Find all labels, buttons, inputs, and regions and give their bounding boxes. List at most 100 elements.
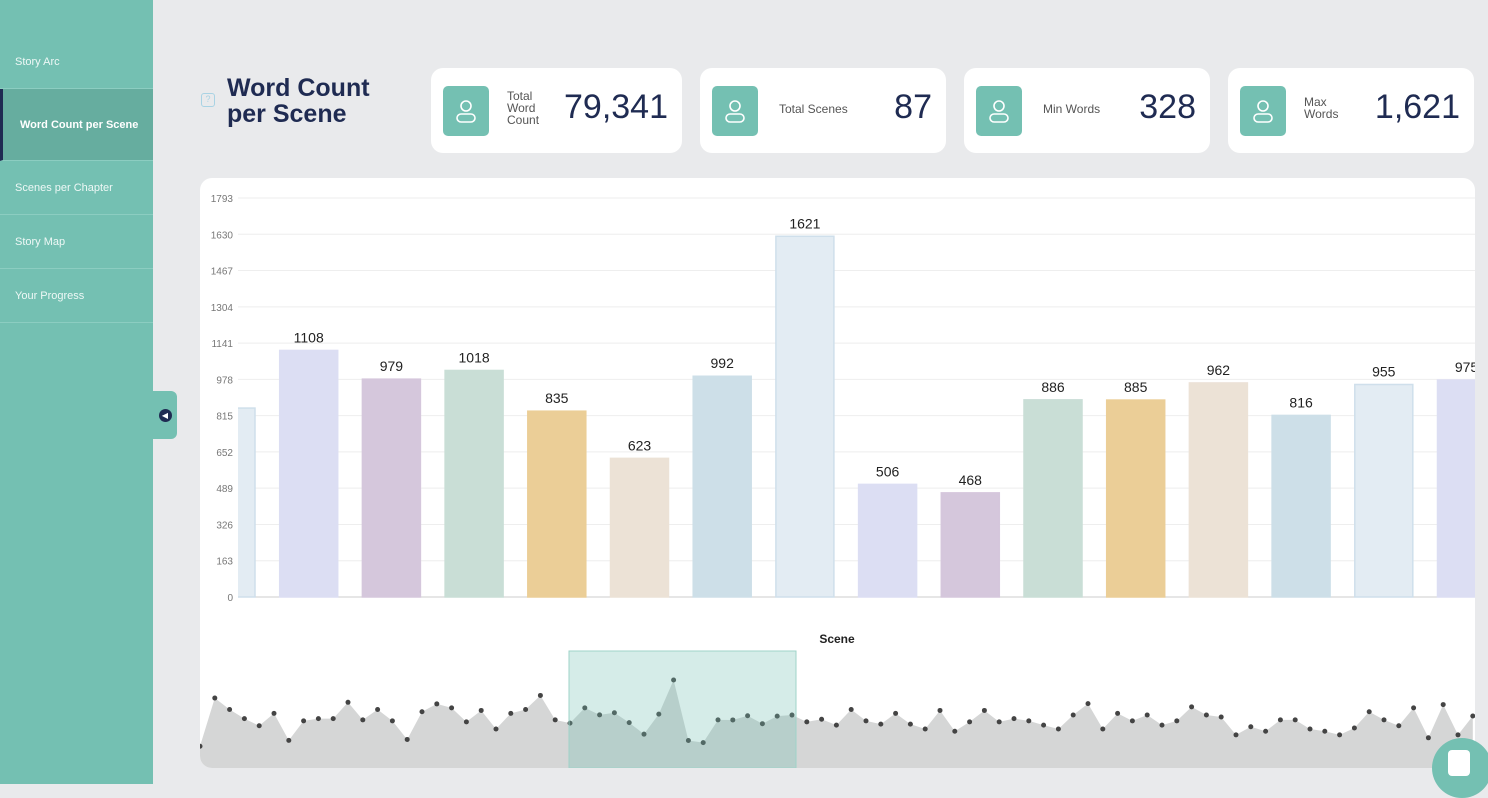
x-axis-label: Scene (819, 632, 855, 646)
x-tick-label: 36 (1047, 609, 1059, 620)
overview-point (508, 710, 514, 716)
overview-point (1100, 726, 1106, 732)
y-tick-label: 326 (216, 520, 233, 531)
bar[interactable] (1271, 414, 1331, 598)
overview-point (212, 695, 218, 701)
overview-point (1026, 718, 1032, 724)
sidebar-item-word-count[interactable]: Word Count per Scene (0, 89, 153, 161)
overview-point (1396, 723, 1402, 729)
overview-point (1470, 713, 1475, 719)
x-tick-label: 39 (1296, 609, 1308, 620)
overview-point (1248, 724, 1254, 730)
y-tick-label: 1793 (211, 194, 234, 205)
stat-label: Min Words (1043, 102, 1101, 116)
bar[interactable] (775, 235, 835, 598)
bar[interactable] (940, 492, 1001, 598)
stat-value: 1,621 (1374, 88, 1460, 126)
x-tick-label: 32 (717, 609, 729, 620)
overview-point (227, 706, 233, 712)
overview-point (1203, 712, 1209, 718)
bar[interactable] (527, 410, 587, 598)
overview-point (537, 692, 543, 698)
overview-point (1366, 709, 1372, 715)
bar[interactable] (361, 378, 422, 598)
y-tick-label: 652 (216, 448, 233, 459)
x-tick-label: 28 (386, 609, 398, 620)
y-tick-label: 1304 (211, 303, 234, 314)
bar-chart-svg: 0 163 326 489 652 815 978 1141 1304 1467 1630 1793 8… (200, 194, 1476, 768)
overview-point (833, 722, 839, 728)
sidebar-item-story-arc[interactable]: Story Arc (0, 35, 153, 89)
bar-label: 468 (959, 472, 983, 488)
overview-point (419, 709, 425, 715)
bar-label: 816 (1289, 394, 1313, 410)
x-tick-label: 31 (634, 609, 646, 620)
overview-point (1322, 728, 1328, 734)
overview-point (1277, 717, 1283, 723)
overview-point (1411, 705, 1417, 711)
bar[interactable] (1105, 399, 1166, 598)
stat-value: 79,341 (564, 88, 668, 126)
bar-label: 1018 (459, 349, 490, 365)
overview-point (1085, 701, 1091, 707)
y-tick-label: 163 (216, 557, 233, 568)
overview-point (1041, 722, 1047, 728)
overview-point (1129, 718, 1135, 724)
chat-icon (1448, 750, 1470, 776)
overview-point (1055, 726, 1061, 732)
bar[interactable] (857, 483, 918, 598)
x-tick-label: 27 (303, 609, 315, 620)
bar-label: 8 (222, 387, 230, 403)
sidebar-item-your-progress[interactable]: Your Progress (0, 269, 153, 323)
sidebar: Story Arc Word Count per Scene Scenes pe… (0, 0, 153, 784)
stat-card-min-words: Min Words 328 (964, 68, 1210, 153)
chevron-left-icon: ◀ (158, 408, 172, 422)
overview-point (1233, 732, 1239, 738)
x-tick-label: 38 (1213, 609, 1225, 620)
page-title: Word Count per Scene (227, 74, 370, 128)
overview-point (1115, 710, 1121, 716)
bar[interactable] (609, 457, 670, 598)
overview-point (804, 719, 810, 725)
stat-card-total-scenes: Total Scenes 87 (700, 68, 946, 153)
chat-button[interactable] (1432, 738, 1488, 798)
x-tick-label: 34 (882, 609, 894, 620)
x-tick-label: 33 (799, 609, 811, 620)
bar-label: 979 (380, 358, 404, 374)
overview-point (1381, 717, 1387, 723)
user-icon (443, 86, 489, 136)
bar[interactable] (692, 375, 752, 598)
overview-point (360, 717, 366, 723)
sidebar-item-scenes-per-chapter[interactable]: Scenes per Chapter (0, 161, 153, 215)
overview-point (478, 707, 484, 713)
bar-label: 506 (876, 463, 900, 479)
bar[interactable] (1354, 383, 1414, 598)
bar[interactable] (444, 369, 504, 598)
overview-point (271, 710, 277, 716)
bar[interactable] (1188, 382, 1249, 598)
bar[interactable] (1436, 379, 1476, 598)
overview-point (893, 710, 899, 716)
overview-point (256, 723, 262, 729)
y-tick-label: 1467 (211, 267, 234, 278)
bar-label: 885 (1124, 379, 1148, 395)
overview-point (1070, 712, 1076, 718)
overview-point (907, 721, 913, 727)
sidebar-item-story-map[interactable]: Story Map (0, 215, 153, 269)
bar-label: 975 (1455, 359, 1475, 375)
overview-point (863, 718, 869, 724)
help-icon[interactable]: ? (201, 93, 215, 107)
stat-card-max-words: Max Words 1,621 (1228, 68, 1474, 153)
x-tick-label: 41 (1461, 609, 1473, 620)
sidebar-collapse-button[interactable]: ◀ (153, 391, 177, 439)
bar[interactable] (278, 349, 339, 598)
overview-brush[interactable] (568, 650, 797, 768)
x-tick-label: 30 (551, 609, 563, 620)
user-icon (1240, 86, 1286, 136)
bar-label: 955 (1372, 363, 1396, 379)
bar[interactable] (1023, 399, 1083, 598)
overview-point (967, 719, 973, 725)
bar-label: 886 (1041, 379, 1065, 395)
bar[interactable] (200, 407, 256, 598)
overview-point (493, 726, 499, 732)
